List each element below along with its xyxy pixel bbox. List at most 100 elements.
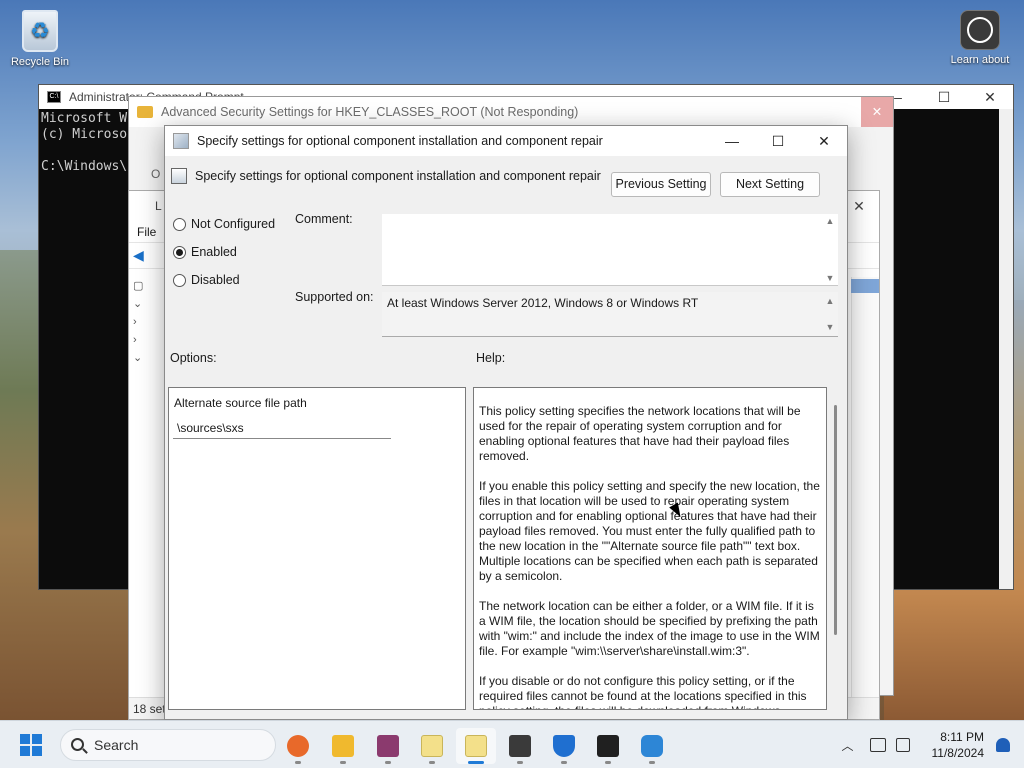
radio-label: Enabled [191, 245, 237, 259]
windows-logo-icon [20, 733, 30, 744]
radio-enabled[interactable]: Enabled [173, 245, 237, 259]
previous-setting-button[interactable]: Previous Setting [611, 172, 711, 197]
radio-not-configured[interactable]: Not Configured [173, 217, 275, 231]
help-pane[interactable]: This policy setting specifies the networ… [473, 387, 827, 710]
dialog-header: Specify settings for optional component … [171, 168, 601, 184]
adv-title: Advanced Security Settings for HKEY_CLAS… [161, 105, 579, 119]
clock-date: 11/8/2024 [931, 746, 985, 760]
tree-chevron-icon[interactable]: ▢ [133, 277, 163, 295]
alternate-source-label: Alternate source file path [174, 396, 307, 410]
tree-chevron-icon[interactable]: › [133, 313, 163, 331]
network-icon[interactable] [869, 738, 886, 752]
alternate-source-input[interactable] [173, 417, 391, 439]
taskbar-defender[interactable] [544, 728, 584, 764]
radio-disabled[interactable]: Disabled [173, 273, 240, 287]
help-paragraph: This policy setting specifies the networ… [479, 404, 801, 463]
supported-on-value: At least Windows Server 2012, Windows 8 … [387, 296, 699, 310]
volume-muted-icon[interactable] [895, 738, 910, 752]
running-indicator [429, 761, 435, 764]
dialog-titlebar[interactable]: Specify settings for optional component … [165, 126, 847, 156]
taskbar-search[interactable]: Search [60, 728, 276, 761]
help-paragraph: If you disable or do not configure this … [479, 674, 807, 709]
windows-logo-icon [32, 733, 42, 744]
cmd-icon: C:\ [47, 91, 61, 103]
menu-file[interactable]: File [137, 225, 156, 239]
comment-textarea[interactable]: ▲ ▼ [382, 214, 838, 286]
setting-name: Specify settings for optional component … [195, 169, 601, 183]
lgpe-tree[interactable]: ▢ ⌄ › › ⌄ [133, 277, 163, 367]
taskbar-file-explorer[interactable] [323, 728, 363, 764]
learn-about-desktop-icon[interactable]: Learn about [940, 10, 1020, 66]
running-indicator [295, 761, 301, 764]
radio-circle-icon [173, 273, 186, 287]
tree-chevron-icon[interactable]: ⌄ [133, 295, 163, 313]
running-indicator [468, 761, 484, 764]
running-indicator [605, 761, 611, 764]
cmd-line: (c) Microso [41, 127, 128, 142]
cmd-maximize-icon[interactable]: ☐ [921, 89, 967, 106]
comment-label: Comment: [295, 212, 353, 226]
taskbar-cluster-app[interactable] [632, 728, 672, 764]
setting-icon [171, 168, 187, 184]
scroll-up-icon[interactable]: ▲ [824, 296, 836, 306]
scroll-up-icon[interactable]: ▲ [824, 216, 836, 226]
radio-circle-icon [173, 217, 186, 231]
clock[interactable]: 8:11 PM 11/8/2024 [932, 729, 985, 761]
learn-about-label: Learn about [950, 54, 1010, 66]
policy-icon [173, 133, 189, 149]
radio-label: Disabled [191, 273, 240, 287]
tree-chevron-icon[interactable]: ⌄ [133, 349, 163, 367]
taskbar-notepad-active[interactable] [456, 728, 496, 764]
search-placeholder: Search [94, 736, 139, 753]
adv-titlebar[interactable]: Advanced Security Settings for HKEY_CLAS… [129, 97, 893, 127]
start-button[interactable] [20, 733, 42, 756]
maximize-icon[interactable]: ☐ [755, 126, 801, 156]
help-scroll-thumb[interactable] [834, 405, 837, 635]
recycle-bin-label: Recycle Bin [10, 56, 70, 68]
policy-setting-dialog[interactable]: Specify settings for optional component … [164, 125, 848, 720]
help-paragraph: The network location can be either a fol… [479, 599, 820, 658]
app-window-icon [509, 735, 531, 757]
tree-chevron-icon[interactable]: › [133, 331, 163, 349]
notepad-icon [465, 735, 487, 757]
cmd-close-icon[interactable]: ✕ [967, 89, 1013, 106]
adv-close-icon[interactable]: ✕ [861, 97, 893, 127]
help-paragraph: If you enable this policy setting and sp… [479, 479, 820, 583]
scroll-down-icon[interactable]: ▼ [824, 322, 836, 332]
back-arrow-icon[interactable]: ◀ [133, 247, 144, 264]
taskbar-winrar[interactable] [368, 728, 408, 764]
running-indicator [517, 761, 523, 764]
system-tray: ︿ 8:11 PM 11/8/2024 [838, 721, 1024, 768]
notification-bell-icon[interactable] [996, 738, 1010, 752]
taskbar-notepad[interactable] [412, 728, 452, 764]
cluster-icon [641, 735, 663, 757]
windows-logo-icon [20, 745, 30, 756]
shield-icon [553, 735, 575, 757]
taskbar-app-dark[interactable] [500, 728, 540, 764]
notepad-icon [421, 735, 443, 757]
taskbar-terminal[interactable] [588, 728, 628, 764]
minimize-icon[interactable]: — [709, 126, 755, 156]
help-scrollbar[interactable] [831, 401, 841, 711]
options-label: Options: [170, 351, 217, 365]
recycle-bin-desktop-icon[interactable]: ♻ Recycle Bin [6, 10, 74, 68]
cmd-scrollbar[interactable] [999, 109, 1013, 589]
search-icon [71, 738, 84, 751]
lgpe-right-pane[interactable] [851, 277, 879, 697]
cmd-line: C:\Windows\ [41, 159, 128, 174]
help-label: Help: [476, 351, 506, 365]
folder-icon [332, 735, 354, 757]
learn-about-icon [960, 10, 1000, 50]
running-indicator [561, 761, 567, 764]
chevron-up-icon[interactable]: ︿ [838, 737, 858, 754]
winrar-icon [377, 735, 399, 757]
lgpe-selected-row [851, 279, 879, 293]
supported-on-label: Supported on: [295, 290, 374, 304]
windows-logo-icon [32, 745, 42, 756]
next-setting-button[interactable]: Next Setting [720, 172, 820, 197]
scroll-down-icon[interactable]: ▼ [824, 273, 836, 283]
dialog-title: Specify settings for optional component … [197, 134, 603, 148]
close-icon[interactable]: ✕ [801, 126, 847, 156]
taskbar-firefox[interactable] [278, 728, 318, 764]
folder-icon [137, 106, 153, 118]
